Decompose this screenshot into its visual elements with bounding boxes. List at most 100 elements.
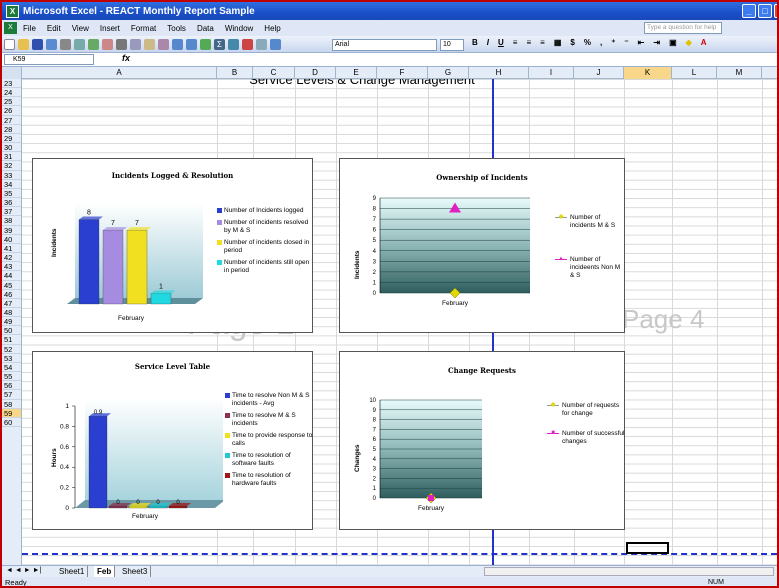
service-level-chart[interactable]: Service Level Table Hours 0 0.2 0.4 0.6 0.8 1… — [32, 351, 313, 530]
row-header[interactable]: 29 — [2, 134, 21, 144]
column-header[interactable]: B — [217, 67, 253, 79]
hyperlink-icon[interactable] — [200, 38, 211, 50]
column-header[interactable]: C — [253, 67, 295, 79]
row-header[interactable]: 30 — [2, 143, 21, 153]
row-header[interactable]: 52 — [2, 345, 21, 354]
row-header[interactable]: 39 — [2, 226, 21, 235]
horizontal-scrollbar[interactable] — [484, 567, 774, 576]
column-header[interactable]: H — [469, 67, 529, 79]
format-painter-icon[interactable] — [158, 38, 169, 50]
decrease-decimal-icon[interactable]: ⁻ — [624, 38, 628, 47]
tab-sheet3[interactable]: Sheet3 — [119, 566, 152, 577]
increase-decimal-icon[interactable]: ⁺ — [611, 38, 615, 47]
menu-format[interactable]: Format — [131, 24, 156, 33]
select-all-corner[interactable] — [2, 67, 22, 79]
row-header[interactable]: 33 — [2, 171, 21, 180]
italic-button[interactable]: I — [487, 38, 489, 47]
bold-button[interactable]: B — [472, 38, 478, 47]
row-header[interactable]: 25 — [2, 97, 21, 107]
row-header[interactable]: 59 — [2, 408, 21, 418]
redo-icon[interactable] — [186, 38, 197, 50]
row-header[interactable]: 50 — [2, 326, 21, 336]
minimize-button[interactable]: _ — [742, 4, 756, 18]
row-header[interactable]: 43 — [2, 262, 21, 272]
borders-icon[interactable]: ▣ — [669, 38, 677, 47]
row-header[interactable]: 46 — [2, 290, 21, 299]
row-header[interactable]: 24 — [2, 88, 21, 98]
align-right-icon[interactable]: ≡ — [540, 38, 545, 47]
help-icon[interactable] — [270, 38, 281, 50]
name-box[interactable]: K59 — [4, 54, 94, 65]
menu-tools[interactable]: Tools — [167, 24, 186, 33]
paste-icon[interactable] — [144, 38, 155, 50]
column-header[interactable]: E — [336, 67, 377, 79]
tab-feb[interactable]: Feb — [94, 566, 116, 577]
row-header[interactable]: 31 — [2, 152, 21, 162]
autosum-icon[interactable]: Σ — [214, 38, 225, 50]
column-header[interactable]: I — [529, 67, 574, 79]
row-header[interactable]: 32 — [2, 161, 21, 171]
row-header[interactable]: 56 — [2, 381, 21, 391]
row-header[interactable]: 40 — [2, 235, 21, 244]
decrease-indent-icon[interactable]: ⇤ — [638, 38, 645, 47]
row-header[interactable]: 27 — [2, 116, 21, 125]
menu-edit[interactable]: Edit — [47, 24, 61, 33]
row-header[interactable]: 44 — [2, 271, 21, 281]
menu-window[interactable]: Window — [225, 24, 253, 33]
column-header[interactable]: F — [377, 67, 428, 79]
menu-help[interactable]: Help — [264, 24, 280, 33]
fx-icon[interactable]: fx — [122, 53, 130, 63]
row-header[interactable]: 36 — [2, 198, 21, 208]
column-header[interactable]: K — [624, 67, 672, 79]
menu-data[interactable]: Data — [197, 24, 214, 33]
maximize-button[interactable]: □ — [758, 4, 772, 18]
sheet-nav-buttons[interactable]: ◄ ◄ ► ►| — [6, 567, 41, 574]
row-header[interactable]: 48 — [2, 308, 21, 318]
row-header[interactable]: 34 — [2, 180, 21, 189]
font-name-select[interactable]: Arial — [332, 39, 437, 51]
menu-view[interactable]: View — [72, 24, 89, 33]
font-color-icon[interactable]: A — [701, 38, 707, 47]
zoom-icon[interactable] — [256, 38, 267, 50]
row-header[interactable]: 54 — [2, 363, 21, 373]
align-center-icon[interactable]: ≡ — [526, 38, 531, 47]
help-search-input[interactable]: Type a question for help — [644, 22, 722, 34]
row-header[interactable]: 55 — [2, 372, 21, 382]
undo-icon[interactable] — [172, 38, 183, 50]
selected-cell-k59[interactable] — [626, 542, 669, 554]
change-requests-chart[interactable]: Change Requests Changes 0 1 2 3 4 5 6 7 8 9 10 Febr… — [339, 351, 625, 530]
merge-center-icon[interactable]: ▦ — [554, 38, 562, 47]
row-header[interactable]: 57 — [2, 390, 21, 400]
incidents-chart[interactable]: Incidents Logged & Resolution Incidents … — [32, 158, 313, 333]
menu-insert[interactable]: Insert — [100, 24, 120, 33]
ownership-chart[interactable]: Ownership of Incidents Incidents 0123456… — [339, 158, 625, 333]
column-header[interactable]: L — [672, 67, 717, 79]
row-header[interactable]: 41 — [2, 244, 21, 254]
permission-icon[interactable] — [46, 38, 57, 50]
row-header[interactable]: 47 — [2, 299, 21, 308]
research-icon[interactable] — [102, 38, 113, 50]
cut-icon[interactable] — [116, 38, 127, 50]
comma-icon[interactable]: , — [600, 38, 602, 47]
column-header[interactable]: D — [295, 67, 336, 79]
column-header[interactable]: G — [428, 67, 469, 79]
font-size-select[interactable]: 10 — [440, 39, 464, 51]
tab-sheet1[interactable]: Sheet1 — [56, 566, 89, 577]
preview-icon[interactable] — [74, 38, 85, 50]
print-icon[interactable] — [60, 38, 71, 50]
save-icon[interactable] — [32, 38, 43, 50]
row-header[interactable]: 38 — [2, 216, 21, 226]
new-icon[interactable] — [4, 38, 15, 50]
sort-ascending-icon[interactable] — [228, 38, 239, 50]
increase-indent-icon[interactable]: ⇥ — [653, 38, 660, 47]
worksheet-grid[interactable]: Page 1 Page 4 Service Levels & Change Ma… — [22, 79, 777, 565]
row-header[interactable]: 49 — [2, 317, 21, 327]
row-header[interactable]: 51 — [2, 335, 21, 345]
underline-button[interactable]: U — [498, 38, 504, 47]
align-left-icon[interactable]: ≡ — [513, 38, 518, 47]
row-header[interactable]: 28 — [2, 125, 21, 134]
row-header[interactable]: 23 — [2, 79, 21, 89]
close-button[interactable]: X — [774, 4, 777, 18]
chart-wizard-icon[interactable] — [242, 38, 253, 50]
copy-icon[interactable] — [130, 38, 141, 50]
